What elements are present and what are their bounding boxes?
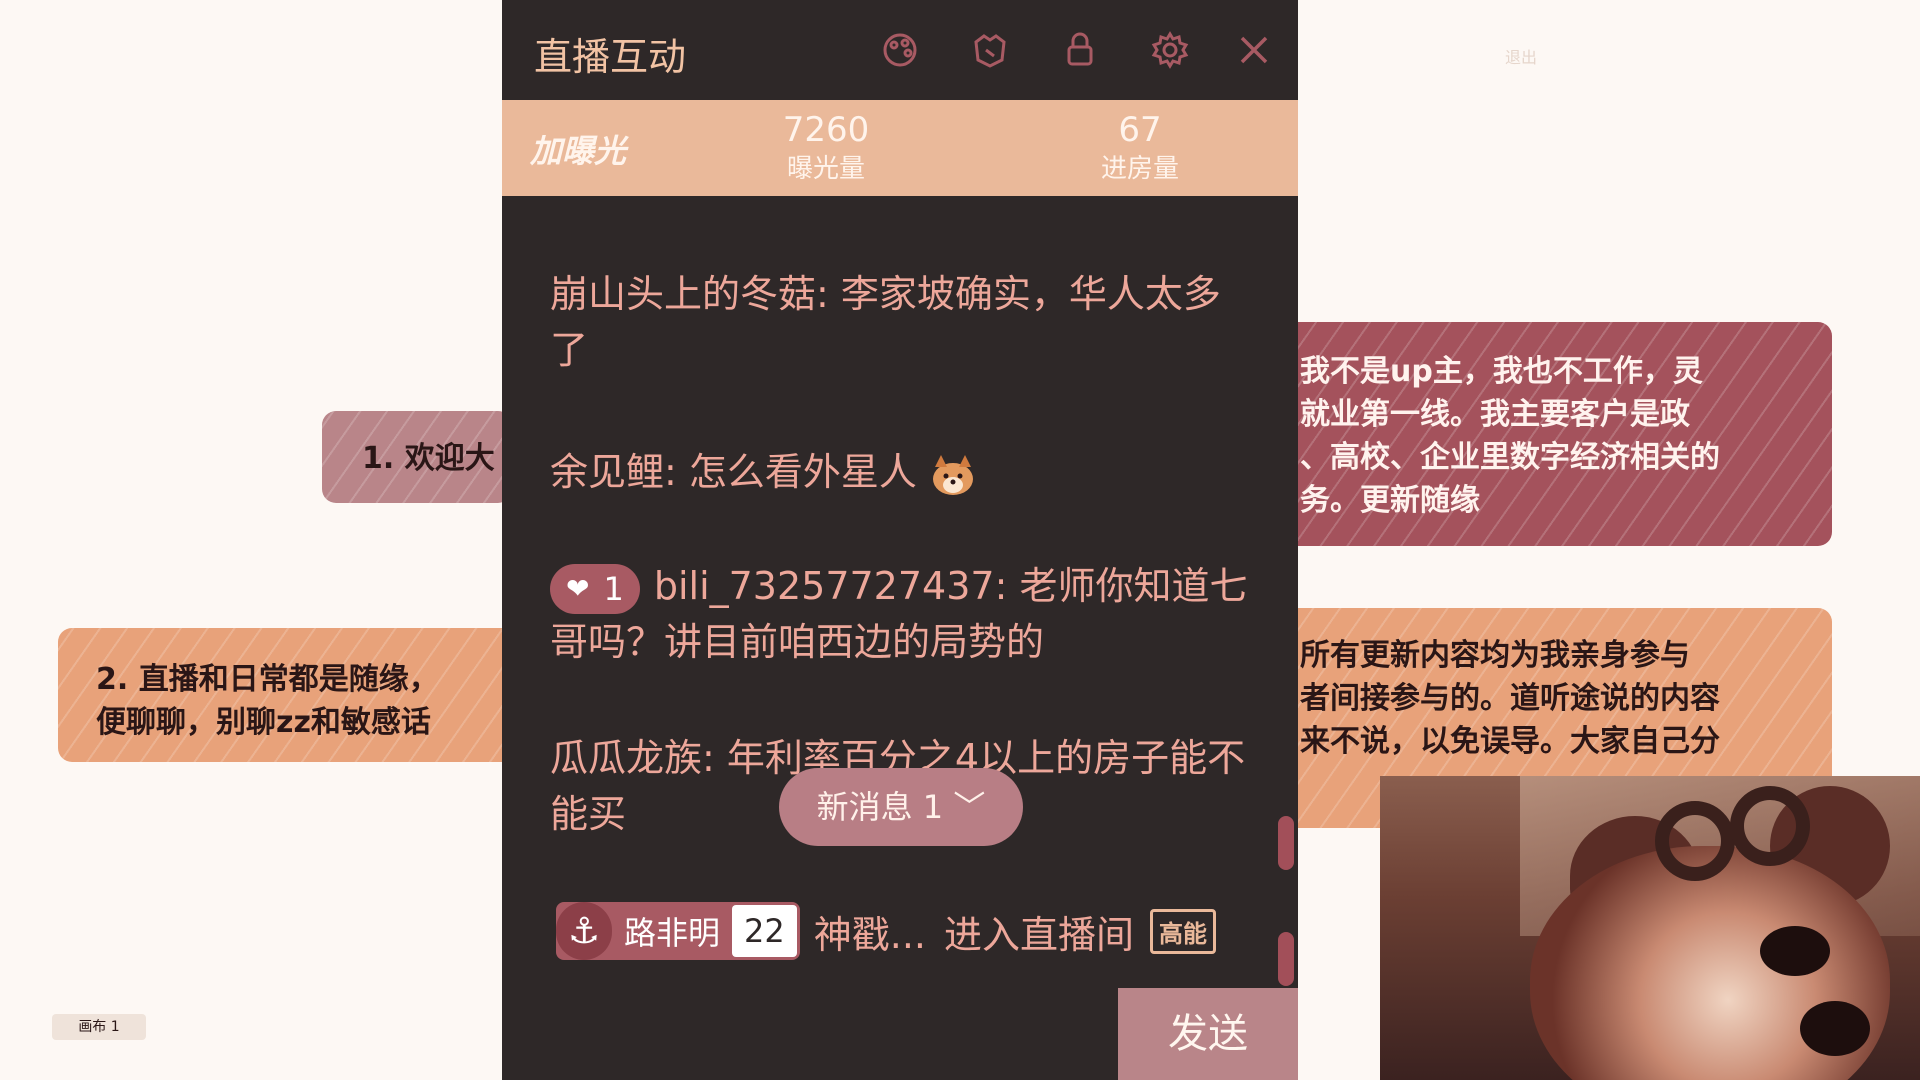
live-interaction-panel: 直播互动 加曝光 7260 曝光量 67 进房量 崩山头上的冬菇: 李家坡确实，… — [502, 0, 1298, 1080]
message-user[interactable]: 崩山头上的冬菇 — [550, 272, 816, 316]
chat-message-list[interactable]: 崩山头上的冬菇: 李家坡确实，华人太多了 余见鲤: 怎么看外星人 ❤ 1 bili_… — [502, 196, 1298, 860]
goggle-left — [1655, 801, 1735, 881]
message-user[interactable]: bili_73257727437 — [654, 564, 995, 608]
background-toolbar: 退出 — [1505, 44, 1537, 68]
chat-input[interactable] — [502, 988, 1118, 1080]
dog-face-emoji — [933, 454, 974, 495]
goggle-right — [1730, 786, 1810, 866]
card-text: 我不是up主，我也不工作，灵 就业第一线。我主要客户是政 、高校、企业里数字经济… — [1300, 354, 1720, 518]
canvas-tab[interactable]: 画布 1 — [52, 1014, 146, 1040]
message-user[interactable]: 瓜瓜龙族 — [550, 736, 702, 780]
fan-badge-level: 1 — [603, 569, 624, 608]
canvas-card-welcome: 1. 欢迎大 — [322, 411, 512, 503]
paint-icon[interactable] — [878, 28, 922, 72]
new-message-label: 新消息 1 — [816, 788, 944, 826]
exposure-label: 曝光量 — [786, 154, 865, 184]
send-button[interactable]: 发送 — [1118, 988, 1298, 1080]
fan-badge[interactable]: ❤ 1 — [550, 563, 640, 614]
card-text: 1. 欢迎大 — [362, 441, 495, 476]
canvas-card-live-rules: 2. 直播和日常都是随缘， 便聊聊，别聊zz和敏感话 — [58, 628, 518, 762]
close-icon[interactable] — [1232, 28, 1276, 72]
nameplate-icon[interactable] — [968, 28, 1012, 72]
scrollbar-thumb[interactable] — [1278, 816, 1294, 870]
high-energy-tag: 高能 — [1150, 908, 1216, 954]
room-entry-notice: ⚓ 路非明 22 神戳... 进入直播间 高能 — [556, 900, 1216, 962]
boost-exposure-button[interactable]: 加曝光 — [530, 126, 626, 172]
message-text: 怎么看外星人 — [688, 450, 917, 494]
guard-badge[interactable]: ⚓ 路非明 22 — [556, 902, 800, 960]
settings-icon[interactable] — [1148, 28, 1192, 72]
entering-user[interactable]: 神戳... — [814, 904, 926, 959]
exposure-count: 7260 — [782, 110, 870, 150]
exit-label[interactable]: 退出 — [1505, 44, 1537, 68]
message-user[interactable]: 余见鲤 — [550, 450, 664, 494]
card-text: 所有更新内容均为我亲身参与 者间接参与的。道听途说的内容 来不说，以免误导。大家… — [1300, 638, 1720, 759]
exposure-stat: 7260 曝光量 — [746, 108, 906, 186]
camera-video — [1380, 776, 1920, 1080]
red-panda-nose — [1800, 1001, 1870, 1056]
room-entries-count: 67 — [1118, 110, 1162, 150]
new-message-button[interactable]: 新消息 1 ﹀ — [779, 768, 1023, 846]
guard-badge-name: 路非明 — [624, 914, 721, 952]
anchor-icon: ⚓ — [556, 902, 612, 960]
heart-chevron-icon: ❤ — [566, 571, 590, 605]
card-text: 2. 直播和日常都是随缘， 便聊聊，别聊zz和敏感话 — [96, 662, 439, 740]
chat-message: 余见鲤: 怎么看外星人 — [550, 444, 1250, 500]
chat-message: ❤ 1 bili_73257727437: 老师你知道七哥吗？讲目前咱西边的局势的 — [550, 558, 1250, 670]
panel-titlebar: 直播互动 — [502, 0, 1298, 100]
chat-message: 崩山头上的冬菇: 李家坡确实，华人太多了 — [550, 272, 1221, 372]
panel-title: 直播互动 — [534, 35, 687, 79]
stats-bar: 加曝光 7260 曝光量 67 进房量 — [502, 100, 1298, 196]
lock-icon[interactable] — [1058, 28, 1102, 72]
entry-action-text: 进入直播间 — [943, 912, 1134, 957]
scrollbar-thumb[interactable] — [1278, 932, 1294, 986]
red-panda-eye — [1760, 926, 1830, 976]
chat-input-area[interactable] — [502, 988, 1118, 1080]
chevron-down-icon: ﹀ — [953, 788, 986, 826]
room-entries-label: 进房量 — [1100, 154, 1179, 184]
guard-badge-level: 22 — [732, 905, 797, 957]
room-entries-stat: 67 进房量 — [1060, 108, 1220, 186]
